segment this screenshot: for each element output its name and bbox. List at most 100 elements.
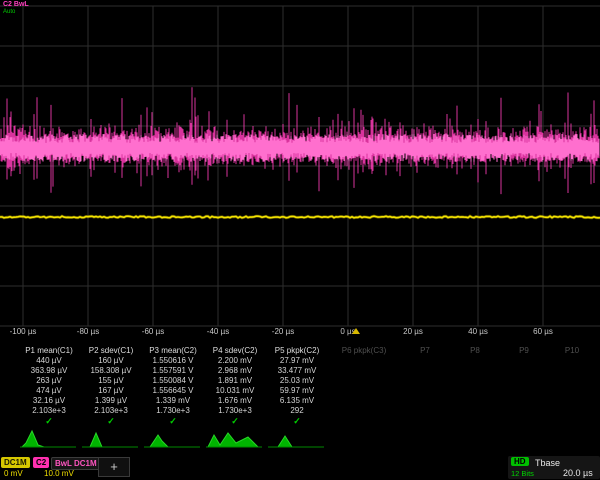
measure-value: [523, 356, 525, 366]
timebase-bits: 12 Bits: [511, 469, 534, 478]
time-axis-label: -100 µs: [10, 327, 37, 336]
measure-header[interactable]: P2 sdev(C1): [89, 345, 133, 356]
trigger-position-marker[interactable]: [352, 328, 360, 334]
measure-status: [523, 416, 526, 427]
measure-value: [363, 386, 365, 396]
measure-value: [363, 376, 365, 386]
measure-value: 292: [290, 406, 303, 416]
measure-value: 1.557591 V: [153, 366, 194, 376]
histicon-P2[interactable]: [80, 427, 142, 451]
trace-annotation-block: C2 BwL Auto: [3, 1, 29, 16]
measure-value: [571, 376, 573, 386]
measure-value: 160 µV: [98, 356, 124, 366]
histogram-icon: [278, 436, 292, 447]
time-axis: -100 µs-80 µs-60 µs-40 µs-20 µs0 µs20 µs…: [0, 327, 600, 339]
measure-header[interactable]: P10: [565, 345, 579, 356]
waveform-display: [0, 0, 600, 340]
histicon-P4[interactable]: [204, 427, 266, 451]
measure-value: [474, 406, 476, 416]
measure-status: [571, 416, 574, 427]
measure-column: P3 mean(C2)1.550616 V1.557591 V1.550084 …: [142, 345, 204, 427]
measure-header[interactable]: P9: [519, 345, 529, 356]
measure-column: P5 pkpk(C2)27.97 mV33.477 mV25.03 mV59.9…: [266, 345, 328, 427]
measure-value: [363, 396, 365, 406]
histogram-icon: [22, 431, 44, 447]
measure-value: [474, 356, 476, 366]
measure-value: [571, 356, 573, 366]
timebase-box[interactable]: HD Tbase 12 Bits 20.0 µs: [508, 456, 600, 479]
measure-value: 363.98 µV: [31, 366, 68, 376]
measure-value: 1.556645 V: [153, 386, 194, 396]
measure-status: ✓: [231, 416, 239, 427]
measure-value: [523, 366, 525, 376]
measure-header[interactable]: P7: [420, 345, 430, 356]
measure-header[interactable]: P5 pkpk(C2): [275, 345, 319, 356]
measure-status: ✓: [169, 416, 177, 427]
measure-value: 1.399 µV: [95, 396, 127, 406]
measure-header[interactable]: P8: [470, 345, 480, 356]
measure-value: 2.103e+3: [94, 406, 128, 416]
measure-status: [363, 416, 366, 427]
histicon-P3[interactable]: [142, 427, 204, 451]
measure-header[interactable]: P1 mean(C1): [25, 345, 73, 356]
measure-header[interactable]: P6 pkpk(C3): [342, 345, 386, 356]
measure-header[interactable]: P3 mean(C2): [149, 345, 197, 356]
measure-value: 2.103e+3: [32, 406, 66, 416]
measure-value: [474, 376, 476, 386]
channel-bar: DC1M C2 BwL DC1M 0 mV 10.0 mV + HD Tbase…: [0, 455, 600, 480]
measure-value: 1.891 mV: [218, 376, 252, 386]
measure-column: P9: [500, 345, 548, 427]
measure-value: [424, 396, 426, 406]
measure-value: [523, 406, 525, 416]
measure-column: P10: [548, 345, 596, 427]
measure-value: 10.031 mV: [216, 386, 255, 396]
measure-status: ✓: [107, 416, 115, 427]
measure-column: P1 mean(C1)440 µV363.98 µV263 µV474 µV32…: [18, 345, 80, 427]
time-axis-label: 60 µs: [533, 327, 553, 336]
measure-header[interactable]: P4 sdev(C2): [213, 345, 257, 356]
time-axis-label: 40 µs: [468, 327, 488, 336]
measure-value: 32.16 µV: [33, 396, 65, 406]
measure-column: P2 sdev(C1)160 µV158.308 µV155 µV167 µV1…: [80, 345, 142, 427]
measure-value: 33.477 mV: [278, 366, 317, 376]
histogram-icon: [208, 433, 258, 447]
measure-column: P4 sdev(C2)2.200 mV2.968 mV1.891 mV10.03…: [204, 345, 266, 427]
measure-value: [424, 366, 426, 376]
acquisition-status: Auto: [3, 9, 29, 16]
time-axis-label: -40 µs: [207, 327, 229, 336]
measure-value: [474, 366, 476, 376]
measure-column: P8: [450, 345, 500, 427]
cursor-widget[interactable]: +: [98, 457, 130, 477]
measure-value: 474 µV: [36, 386, 62, 396]
histicon-P1[interactable]: [18, 427, 80, 451]
measure-column: P7: [400, 345, 450, 427]
measure-status: [424, 416, 427, 427]
channel-c2-tab[interactable]: C2: [33, 457, 49, 468]
oscilloscope-screen: C2 BwL Auto -100 µs-80 µs-60 µs-40 µs-20…: [0, 0, 600, 480]
measurement-table: P1 mean(C1)440 µV363.98 µV263 µV474 µV32…: [18, 345, 598, 427]
measure-value: [523, 376, 525, 386]
measure-value: 155 µV: [98, 376, 124, 386]
histicon-row: [18, 427, 598, 451]
measure-value: 440 µV: [36, 356, 62, 366]
measure-value: [474, 396, 476, 406]
hd-badge: HD: [511, 457, 529, 466]
histicon-P5[interactable]: [266, 427, 328, 451]
measure-value: 158.308 µV: [90, 366, 131, 376]
measure-value: 2.968 mV: [218, 366, 252, 376]
measure-value: 59.97 mV: [280, 386, 314, 396]
channel-c1-tab[interactable]: DC1M: [1, 457, 30, 468]
measure-value: [571, 366, 573, 376]
measure-value: [571, 396, 573, 406]
trace-annotation: C2 BwL: [3, 1, 29, 9]
time-axis-label: -80 µs: [77, 327, 99, 336]
measure-value: [571, 386, 573, 396]
measure-value: [363, 366, 365, 376]
measure-value: 1.730e+3: [156, 406, 190, 416]
measure-value: 6.135 mV: [280, 396, 314, 406]
measure-status: ✓: [293, 416, 301, 427]
measure-value: [363, 356, 365, 366]
histogram-icon: [90, 433, 102, 447]
timebase-scale: 20.0 µs: [563, 468, 593, 478]
measure-value: [523, 386, 525, 396]
